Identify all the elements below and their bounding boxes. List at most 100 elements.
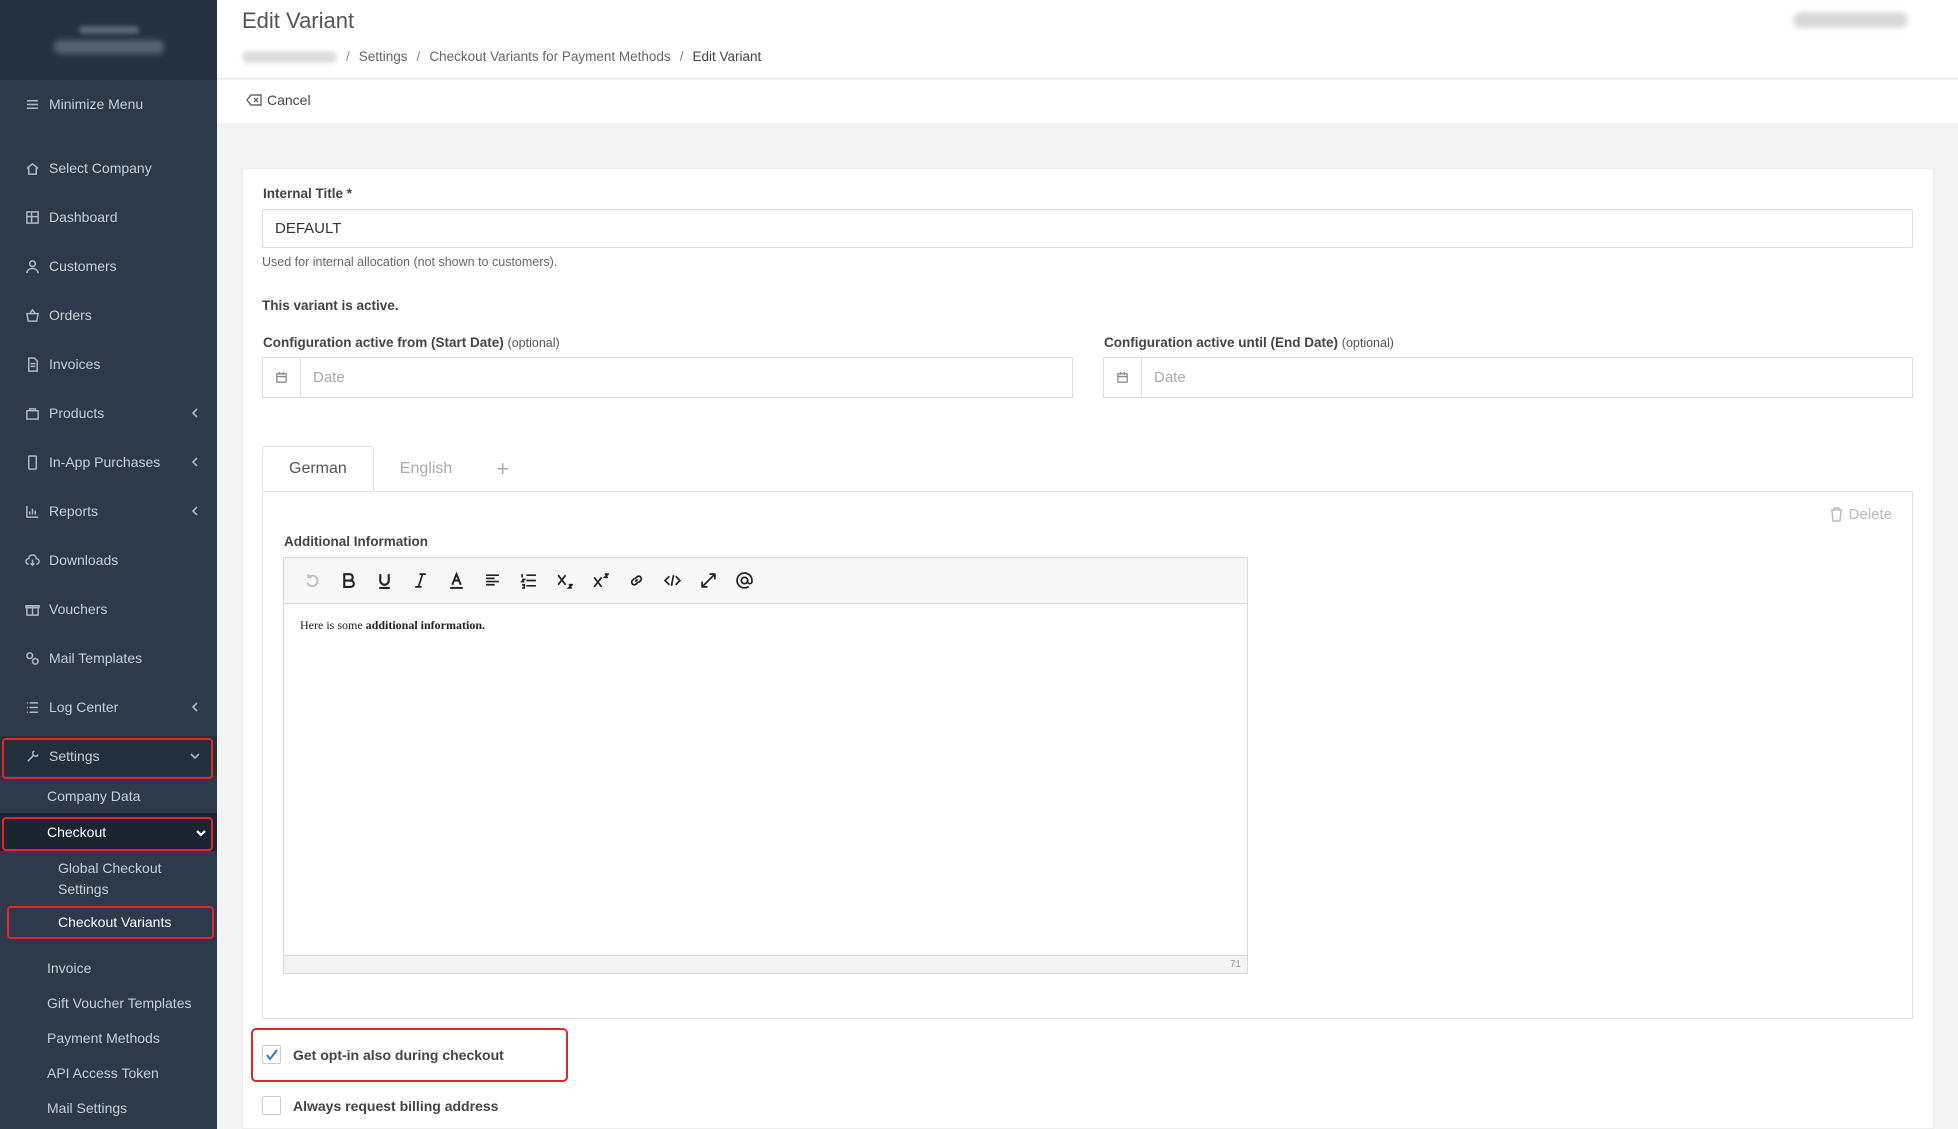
sidebar-sub-company-data[interactable]: Company Data xyxy=(47,788,207,804)
sidebar-item-products[interactable]: Products xyxy=(0,393,217,433)
backspace-icon xyxy=(246,94,262,106)
sidebar-sub-global-checkout-settings[interactable]: Global Checkout Settings xyxy=(58,858,198,900)
grid-icon xyxy=(24,209,40,225)
end-date-input[interactable]: Date xyxy=(1103,357,1913,398)
tab-english[interactable]: English xyxy=(374,446,478,492)
sidebar-item-label: Customers xyxy=(49,258,117,274)
top-header: Edit Variant / Settings / Checkout Varia… xyxy=(217,0,1958,79)
subscript-icon xyxy=(556,574,573,589)
chevron-left-icon xyxy=(189,406,201,418)
sidebar-item-select-company[interactable]: Select Company xyxy=(0,148,217,188)
breadcrumb: / Settings / Checkout Variants for Payme… xyxy=(242,49,761,64)
checkout-highlight xyxy=(2,817,213,851)
chart-icon xyxy=(24,503,40,519)
code-icon xyxy=(663,575,681,586)
gears-icon xyxy=(24,650,40,666)
expand-icon xyxy=(700,573,716,588)
underline-button[interactable] xyxy=(368,565,400,597)
at-sign-icon xyxy=(735,572,753,589)
italic-button[interactable] xyxy=(404,565,436,597)
subscript-button[interactable] xyxy=(548,565,580,597)
sidebar-sub-mail-settings[interactable]: Mail Settings xyxy=(47,1100,207,1116)
sidebar-item-mail-templates[interactable]: Mail Templates xyxy=(0,638,217,678)
breadcrumb-company-blurred[interactable] xyxy=(242,50,337,63)
sidebar-item-label: Log Center xyxy=(49,699,119,715)
calendar-icon[interactable] xyxy=(263,358,301,397)
bag-icon xyxy=(24,405,40,421)
mention-button[interactable] xyxy=(728,565,760,597)
language-tabs: German English + xyxy=(262,446,527,492)
italic-icon xyxy=(414,573,426,588)
optional-hint: (optional) xyxy=(1341,336,1394,350)
billing-label: Always request billing address xyxy=(293,1097,499,1114)
internal-title-input[interactable]: DEFAULT xyxy=(262,209,1913,248)
chevron-left-icon xyxy=(189,504,201,516)
minimize-menu-button[interactable]: Minimize Menu xyxy=(0,84,217,124)
sidebar-item-invoices[interactable]: Invoices xyxy=(0,344,217,384)
gift-icon xyxy=(24,601,40,617)
bold-button[interactable] xyxy=(332,565,364,597)
font-color-button[interactable] xyxy=(440,565,472,597)
end-date-placeholder: Date xyxy=(1154,369,1186,386)
end-date-label: Configuration active until (End Date) (o… xyxy=(1104,335,1394,350)
additional-info-label: Additional Information xyxy=(284,534,428,549)
brand-logo[interactable] xyxy=(0,0,217,80)
billing-checkbox-row[interactable]: Always request billing address xyxy=(262,1096,498,1115)
font-color-icon xyxy=(449,572,463,589)
rich-text-editor: Here is some additional information. 71 xyxy=(283,557,1248,974)
tab-panel-german: Delete Additional Information Here is so… xyxy=(262,491,1913,1019)
sidebar-item-dashboard[interactable]: Dashboard xyxy=(0,197,217,237)
sidebar-sub-label: Invoice xyxy=(47,960,92,976)
tab-german[interactable]: German xyxy=(262,446,374,492)
fullscreen-button[interactable] xyxy=(692,565,724,597)
chevron-left-icon xyxy=(189,700,201,712)
ordered-list-button[interactable] xyxy=(512,565,544,597)
calendar-icon[interactable] xyxy=(1104,358,1142,397)
link-button[interactable] xyxy=(620,565,652,597)
sidebar-item-orders[interactable]: Orders xyxy=(0,295,217,335)
start-date-label-text: Configuration active from (Start Date) xyxy=(263,335,504,350)
trash-icon xyxy=(1830,507,1842,522)
user-menu-blurred[interactable] xyxy=(1793,12,1908,28)
align-button[interactable] xyxy=(476,565,508,597)
align-left-icon xyxy=(485,574,499,586)
optin-highlight xyxy=(251,1028,568,1082)
sidebar-sub-invoice[interactable]: Invoice xyxy=(47,960,207,976)
start-date-placeholder: Date xyxy=(313,369,345,386)
sidebar-sub-api-access-token[interactable]: API Access Token xyxy=(47,1065,207,1081)
sidebar-sub-gift-voucher-templates[interactable]: Gift Voucher Templates xyxy=(47,995,212,1011)
ordered-list-icon xyxy=(519,574,536,589)
user-icon xyxy=(24,258,40,274)
cancel-button[interactable]: Cancel xyxy=(246,92,311,108)
breadcrumb-settings[interactable]: Settings xyxy=(359,49,408,64)
undo-button[interactable] xyxy=(296,565,328,597)
sidebar-item-in-app-purchases[interactable]: In-App Purchases xyxy=(0,442,217,482)
sidebar-sub-label: Payment Methods xyxy=(47,1030,160,1046)
home-icon xyxy=(24,160,40,176)
superscript-button[interactable] xyxy=(584,565,616,597)
billing-checkbox[interactable] xyxy=(262,1096,281,1115)
sidebar-sub-payment-methods[interactable]: Payment Methods xyxy=(47,1030,207,1046)
delete-label: Delete xyxy=(1848,506,1892,523)
editor-content[interactable]: Here is some additional information. xyxy=(284,604,1247,647)
sidebar-item-downloads[interactable]: Downloads xyxy=(0,540,217,580)
sidebar-item-log-center[interactable]: Log Center xyxy=(0,687,217,727)
breadcrumb-checkout-variants[interactable]: Checkout Variants for Payment Methods xyxy=(429,49,670,64)
internal-title-label: Internal Title * xyxy=(263,186,353,201)
cancel-label: Cancel xyxy=(267,92,311,108)
breadcrumb-separator: / xyxy=(679,49,684,64)
sidebar-item-vouchers[interactable]: Vouchers xyxy=(0,589,217,629)
link-icon xyxy=(630,575,642,586)
sidebar-sub-label: API Access Token xyxy=(47,1065,159,1081)
sidebar-item-customers[interactable]: Customers xyxy=(0,246,217,286)
sidebar-item-label: Vouchers xyxy=(49,601,108,617)
breadcrumb-current: Edit Variant xyxy=(692,49,762,64)
add-language-button[interactable]: + xyxy=(478,446,527,492)
action-bar: Cancel xyxy=(217,80,1958,123)
start-date-input[interactable]: Date xyxy=(262,357,1073,398)
delete-button[interactable]: Delete xyxy=(1830,506,1892,523)
sidebar-item-label: Invoices xyxy=(49,356,101,372)
logo-image xyxy=(78,26,139,34)
sidebar-item-reports[interactable]: Reports xyxy=(0,491,217,531)
code-button[interactable] xyxy=(656,565,688,597)
